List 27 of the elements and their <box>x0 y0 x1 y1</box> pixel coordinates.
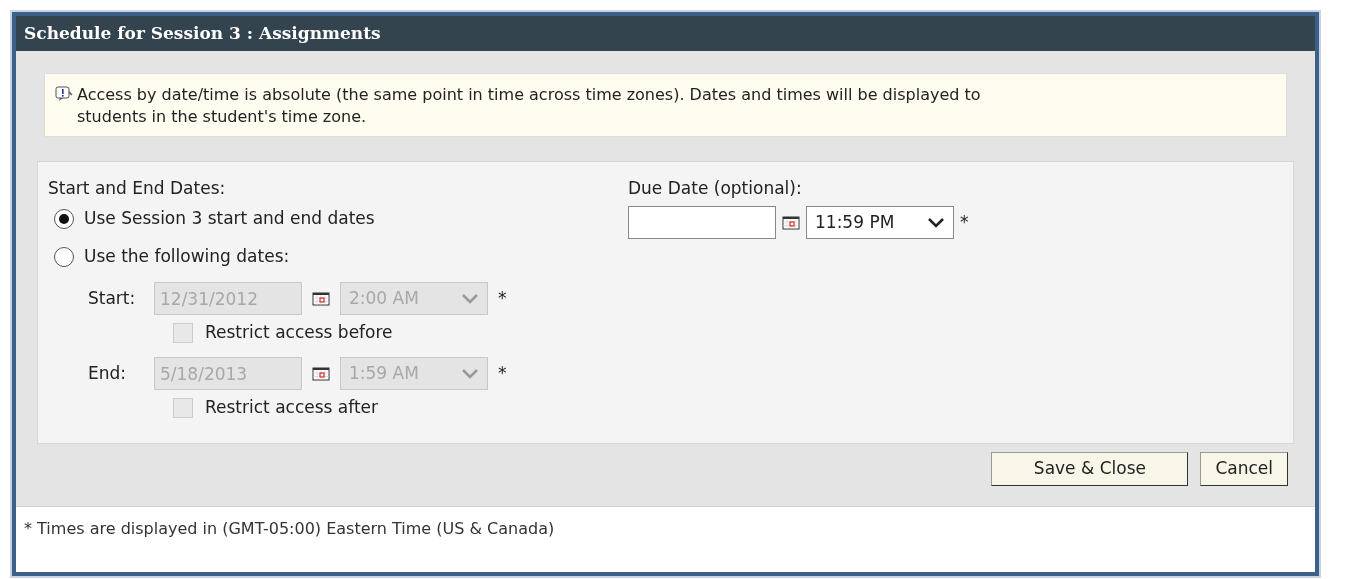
cancel-button[interactable]: Cancel <box>1200 452 1288 486</box>
radio-button[interactable] <box>54 209 74 229</box>
calendar-icon[interactable] <box>782 214 800 231</box>
save-button[interactable]: Save & Close <box>991 452 1189 486</box>
dialog-title: Schedule for Session 3 : Assignments <box>16 16 1315 51</box>
footnote: * Times are displayed in (GMT-05:00) Eastern Time (US & Canada) <box>23 518 556 540</box>
calendar-icon[interactable] <box>312 290 330 307</box>
field-label: End: <box>88 361 128 385</box>
required-mark: * <box>498 286 507 310</box>
checkbox-label: Restrict access before <box>205 321 393 345</box>
notice-text: Access by date/time is absolute (the same point in time across time zones). Dates and times will be displayed to students in the student's time zone. <box>77 84 982 128</box>
checkbox-label: Restrict access after <box>205 396 379 420</box>
time-dropdown[interactable]: 11:59 PM <box>806 206 954 239</box>
radio-label: Use Session 3 start and end dates <box>84 207 375 231</box>
required-mark: * <box>498 361 507 385</box>
section-label: Start and End Dates: <box>48 177 227 200</box>
calendar-icon[interactable] <box>312 365 330 382</box>
field-label: Start: <box>88 286 137 310</box>
required-mark: * <box>960 210 969 234</box>
chevron-down-icon <box>461 367 479 380</box>
radio-button[interactable] <box>54 247 74 267</box>
date-field[interactable] <box>628 206 776 239</box>
chevron-down-icon <box>927 216 945 229</box>
info-icon <box>55 86 73 102</box>
chevron-down-icon <box>461 292 479 305</box>
radio-label: Use the following dates: <box>84 245 290 269</box>
section-label: Due Date (optional): <box>628 177 803 200</box>
